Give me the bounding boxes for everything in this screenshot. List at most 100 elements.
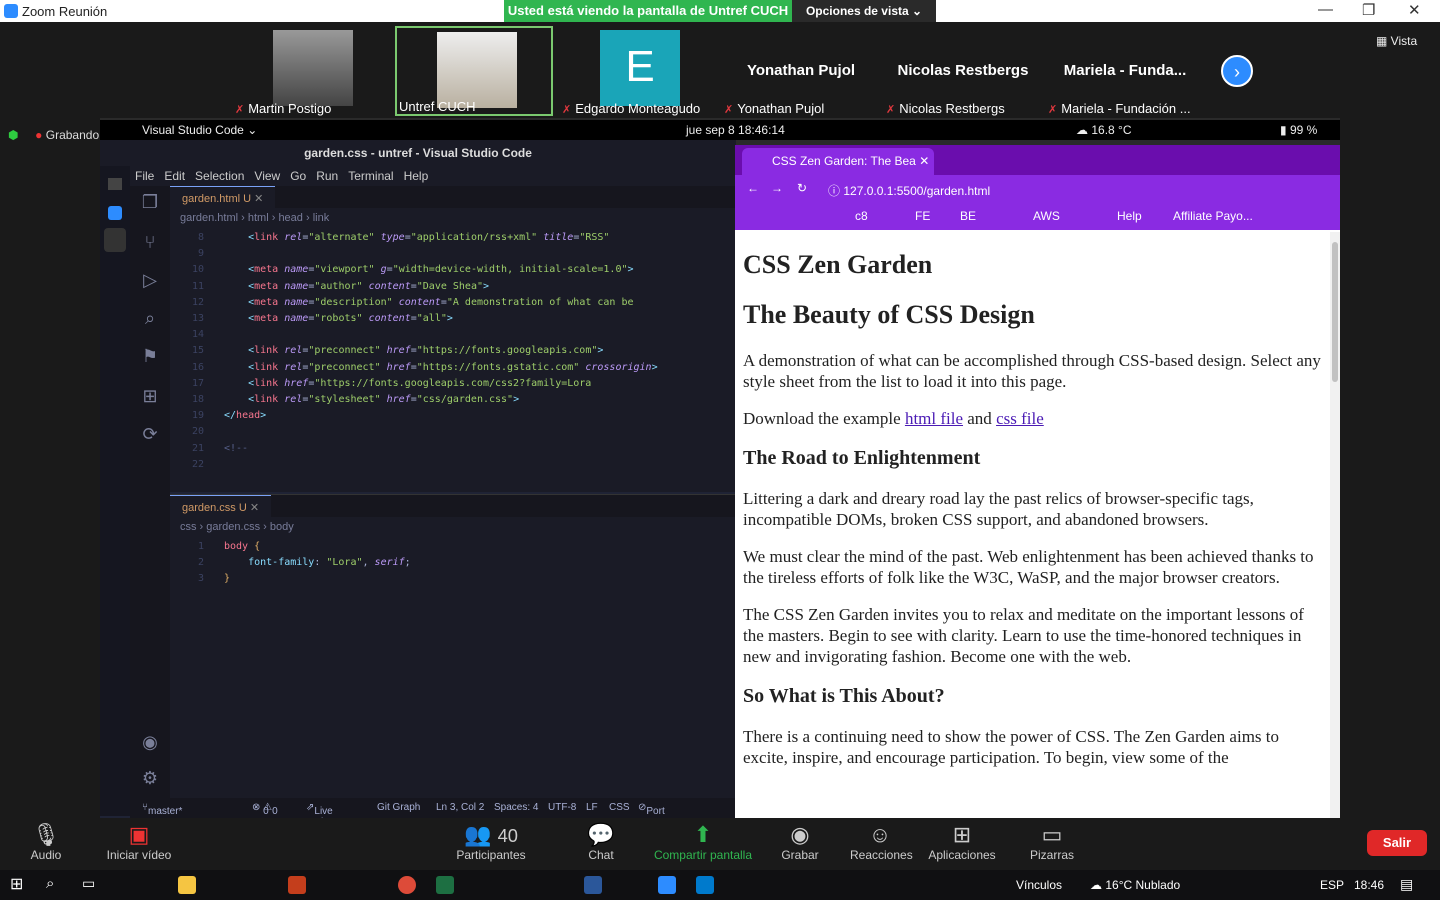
- zoom-taskbar-icon[interactable]: [658, 876, 676, 894]
- view-options-button[interactable]: Opciones de vista ⌄: [792, 0, 936, 22]
- search-icon[interactable]: ⌕: [46, 875, 54, 892]
- tab-garden-html[interactable]: garden.html U ✕: [170, 186, 276, 208]
- bookmark[interactable]: BE: [960, 209, 976, 223]
- crumb[interactable]: link: [313, 212, 330, 224]
- browser-tab[interactable]: CSS Zen Garden: The Bea ✕: [742, 148, 934, 175]
- search-icon[interactable]: ⌕: [138, 308, 162, 332]
- menu-edit[interactable]: Edit: [164, 166, 185, 186]
- minimize-icon[interactable]: —: [1318, 1, 1333, 18]
- close-icon[interactable]: ✕: [1408, 1, 1421, 19]
- reload-icon[interactable]: ↻: [797, 181, 807, 195]
- menu-run[interactable]: Run: [316, 166, 338, 186]
- menu-go[interactable]: Go: [290, 166, 306, 186]
- active-app-menu[interactable]: Visual Studio Code ⌄: [142, 123, 257, 137]
- participant-tile-active-speaker[interactable]: Untref CUCH: [395, 26, 553, 116]
- menu-selection[interactable]: Selection: [195, 166, 244, 186]
- scrollbar-thumb[interactable]: [1332, 242, 1338, 382]
- participant-tile[interactable]: ✗ Martin Postigo: [233, 26, 391, 116]
- participant-tile[interactable]: Nicolas Restbergs ✗ Nicolas Restbergs: [884, 26, 1042, 116]
- dock-vscode-icon[interactable]: [104, 228, 126, 252]
- git-graph-button[interactable]: Git Graph: [377, 802, 420, 813]
- participant-tile[interactable]: Mariela - Funda... ✗ Mariela - Fundación …: [1046, 26, 1204, 116]
- bookmark-icon[interactable]: ⚑: [138, 346, 162, 370]
- maximize-icon[interactable]: ❐: [1362, 1, 1375, 19]
- participant-tile[interactable]: E ✗ Edgardo Monteagudo: [560, 26, 718, 116]
- page-scrollbar[interactable]: [1330, 232, 1340, 818]
- participant-tile[interactable]: Yonathan Pujol ✗ Yonathan Pujol: [722, 26, 880, 116]
- address-bar[interactable]: ⓘ 127.0.0.1:5500/garden.html: [820, 179, 1120, 199]
- bookmark[interactable]: AWS: [1033, 209, 1060, 223]
- apps-button[interactable]: ⊞ Aplicaciones: [928, 822, 996, 862]
- active-app-label: Visual Studio Code: [142, 123, 244, 137]
- dock-zoom-icon[interactable]: [108, 206, 122, 220]
- excel-icon[interactable]: [436, 876, 454, 894]
- menu-terminal[interactable]: Terminal: [348, 166, 393, 186]
- gallery-view-button[interactable]: ▦ Vista: [1376, 34, 1432, 56]
- line-ending[interactable]: LF: [586, 802, 598, 813]
- html-file-link[interactable]: html file: [905, 409, 963, 428]
- participants-button[interactable]: 👥 40 Participantes: [455, 822, 527, 862]
- menu-view[interactable]: View: [254, 166, 280, 186]
- file-explorer-icon[interactable]: [178, 876, 196, 894]
- extensions-icon[interactable]: ⊞: [138, 386, 162, 410]
- cursor-position[interactable]: Ln 3, Col 2: [436, 802, 484, 813]
- live-share-button[interactable]: ⇗ Live Share: [306, 802, 341, 828]
- indentation[interactable]: Spaces: 4: [494, 802, 538, 813]
- crumb[interactable]: head: [278, 212, 302, 224]
- account-icon[interactable]: ◉: [138, 732, 162, 756]
- forward-icon[interactable]: →: [771, 181, 783, 195]
- powerpoint-icon[interactable]: [288, 876, 306, 894]
- problems-indicator[interactable]: ⊗ 0 ⚠ 0: [252, 802, 278, 817]
- crumb[interactable]: html: [248, 212, 269, 224]
- recording-indicator[interactable]: ⬢ ● Grabando: [8, 128, 99, 142]
- dock-app-icon[interactable]: [108, 178, 122, 190]
- editor-css[interactable]: garden.css U ✕ css › garden.css › body 1…: [170, 494, 736, 798]
- remote-icon[interactable]: ⟳: [138, 424, 162, 448]
- notifications-icon[interactable]: ▤: [1400, 876, 1413, 893]
- crumb[interactable]: body: [270, 521, 294, 533]
- windows-start-icon[interactable]: ⊞: [10, 874, 23, 894]
- leave-button[interactable]: Salir: [1367, 830, 1427, 856]
- weather-widget[interactable]: ☁ 16°C Nublado: [1090, 878, 1180, 892]
- language-mode[interactable]: CSS: [609, 802, 630, 813]
- bookmark[interactable]: FE: [915, 209, 930, 223]
- video-button[interactable]: ▣ Iniciar vídeo: [104, 822, 174, 862]
- crumb[interactable]: garden.html: [180, 212, 238, 224]
- css-file-link[interactable]: css file: [996, 409, 1044, 428]
- git-branch[interactable]: ⑂ master*: [142, 802, 182, 817]
- record-button[interactable]: ◉ Grabar: [780, 822, 820, 862]
- source-control-icon[interactable]: ⑂: [138, 232, 162, 256]
- menu-file[interactable]: File: [135, 166, 154, 186]
- links-toolbar[interactable]: Vínculos: [1016, 878, 1062, 892]
- explorer-icon[interactable]: ❐: [138, 192, 162, 216]
- chat-button[interactable]: 💬 Chat: [585, 822, 617, 862]
- vscode-taskbar-icon[interactable]: [696, 876, 714, 894]
- audio-button[interactable]: 🎙 Audio: [26, 822, 66, 862]
- editor-tabs: garden.css U ✕: [170, 495, 736, 517]
- clock[interactable]: 18:46: [1354, 878, 1384, 892]
- crumb[interactable]: garden.css: [206, 521, 260, 533]
- menu-help[interactable]: Help: [404, 166, 429, 186]
- tab-garden-css[interactable]: garden.css U ✕: [170, 495, 272, 517]
- task-view-icon[interactable]: ▭: [82, 875, 95, 892]
- bookmark-folder[interactable]: Help: [1117, 209, 1142, 223]
- chrome-icon[interactable]: [398, 876, 416, 894]
- close-tab-icon[interactable]: ✕: [919, 154, 929, 168]
- whiteboards-button[interactable]: ▭ Pizarras: [1030, 822, 1074, 862]
- reactions-button[interactable]: ☺ Reacciones: [850, 822, 913, 862]
- language-indicator[interactable]: ESP: [1320, 878, 1344, 892]
- word-icon[interactable]: [584, 876, 602, 894]
- bookmark[interactable]: Affiliate Payo...: [1173, 209, 1253, 223]
- back-icon[interactable]: ←: [747, 181, 759, 195]
- run-debug-icon[interactable]: ▷: [138, 270, 162, 294]
- close-tab-icon[interactable]: ✕: [254, 193, 263, 205]
- live-server-port[interactable]: ⊘ Port : 5500: [638, 802, 669, 839]
- bookmark[interactable]: c8: [855, 209, 868, 223]
- crumb[interactable]: css: [180, 521, 197, 533]
- settings-gear-icon[interactable]: ⚙: [138, 768, 162, 792]
- encoding[interactable]: UTF-8: [548, 802, 576, 813]
- share-screen-button[interactable]: ⬆ Compartir pantalla: [652, 822, 754, 862]
- editor-html[interactable]: garden.html U ✕ garden.html › html › hea…: [170, 186, 736, 492]
- next-page-icon[interactable]: ›: [1221, 55, 1253, 87]
- close-tab-icon[interactable]: ✕: [250, 502, 259, 514]
